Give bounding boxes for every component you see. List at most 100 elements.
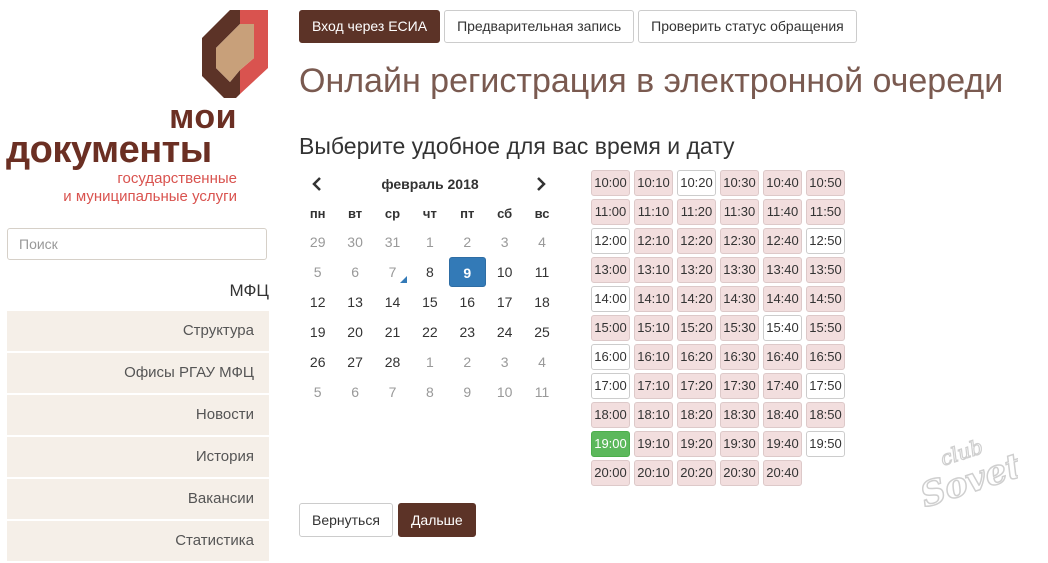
time-slot-busy[interactable]: 10:10 xyxy=(634,170,673,196)
calendar-day[interactable]: 7 xyxy=(374,377,411,407)
time-slot-busy[interactable]: 17:40 xyxy=(763,373,802,399)
time-slot-free[interactable]: 17:00 xyxy=(591,373,630,399)
time-slot-busy[interactable]: 19:10 xyxy=(634,431,673,457)
time-slot-busy[interactable]: 11:30 xyxy=(720,199,759,225)
time-slot-busy[interactable]: 15:00 xyxy=(591,315,630,341)
calendar-day-selected[interactable]: 9 xyxy=(448,257,486,287)
calendar-day[interactable]: 13 xyxy=(336,287,373,317)
time-slot-busy[interactable]: 16:30 xyxy=(720,344,759,370)
time-slot-busy[interactable]: 11:40 xyxy=(763,199,802,225)
time-slot-busy[interactable]: 14:10 xyxy=(634,286,673,312)
time-slot-busy[interactable]: 10:00 xyxy=(591,170,630,196)
time-slot-busy[interactable]: 16:20 xyxy=(677,344,716,370)
time-slot-busy[interactable]: 10:40 xyxy=(763,170,802,196)
time-slot-busy[interactable]: 18:00 xyxy=(591,402,630,428)
time-slot-free[interactable]: 12:50 xyxy=(806,228,845,254)
calendar-day[interactable]: 26 xyxy=(299,347,336,377)
time-slot-busy[interactable]: 18:20 xyxy=(677,402,716,428)
time-slot-free[interactable]: 16:00 xyxy=(591,344,630,370)
time-slot-busy[interactable]: 11:00 xyxy=(591,199,630,225)
time-slot-busy[interactable]: 17:10 xyxy=(634,373,673,399)
time-slot-busy[interactable]: 15:10 xyxy=(634,315,673,341)
time-slot-busy[interactable]: 15:30 xyxy=(720,315,759,341)
calendar-day[interactable]: 29 xyxy=(299,227,336,257)
calendar-day[interactable]: 18 xyxy=(523,287,560,317)
time-slot-busy[interactable]: 12:20 xyxy=(677,228,716,254)
time-slot-busy[interactable]: 16:50 xyxy=(806,344,845,370)
time-slot-busy[interactable]: 14:40 xyxy=(763,286,802,312)
calendar-day[interactable]: 3 xyxy=(486,347,523,377)
calendar-day[interactable]: 5 xyxy=(299,257,336,287)
calendar-day[interactable]: 17 xyxy=(486,287,523,317)
calendar-day[interactable]: 14 xyxy=(374,287,411,317)
time-slot-busy[interactable]: 12:10 xyxy=(634,228,673,254)
time-slot-busy[interactable]: 20:00 xyxy=(591,460,630,486)
next-month-button[interactable] xyxy=(531,174,551,194)
calendar-day[interactable]: 2 xyxy=(449,347,486,377)
sidebar-item-statistics[interactable]: Статистика xyxy=(7,521,269,561)
calendar-day[interactable]: 10 xyxy=(486,377,523,407)
calendar-day[interactable]: 24 xyxy=(486,317,523,347)
calendar-day[interactable]: 1 xyxy=(411,347,448,377)
calendar-day[interactable]: 19 xyxy=(299,317,336,347)
time-slot-busy[interactable]: 18:10 xyxy=(634,402,673,428)
brand-logo[interactable]: мои документы государственные и муниципа… xyxy=(0,0,275,215)
back-button[interactable]: Вернуться xyxy=(299,503,393,537)
time-slot-busy[interactable]: 18:50 xyxy=(806,402,845,428)
calendar-day[interactable]: 7 xyxy=(374,257,411,287)
calendar-day[interactable]: 4 xyxy=(523,227,560,257)
sidebar-item-offices[interactable]: Офисы РГАУ МФЦ xyxy=(7,353,269,393)
time-slot-busy[interactable]: 18:30 xyxy=(720,402,759,428)
time-slot-busy[interactable]: 18:40 xyxy=(763,402,802,428)
time-slot-busy[interactable]: 10:30 xyxy=(720,170,759,196)
calendar-month-label[interactable]: февраль 2018 xyxy=(299,176,561,192)
search-input[interactable] xyxy=(7,228,267,260)
calendar-day[interactable]: 4 xyxy=(523,347,560,377)
calendar-day[interactable]: 11 xyxy=(523,377,560,407)
calendar-day[interactable]: 9 xyxy=(449,377,486,407)
time-slot-busy[interactable]: 20:40 xyxy=(763,460,802,486)
time-slot-busy[interactable]: 17:20 xyxy=(677,373,716,399)
time-slot-busy[interactable]: 12:40 xyxy=(763,228,802,254)
calendar-day[interactable]: 2 xyxy=(449,227,486,257)
calendar-day[interactable]: 30 xyxy=(336,227,373,257)
time-slot-free[interactable]: 10:20 xyxy=(677,170,716,196)
time-slot-busy[interactable]: 20:20 xyxy=(677,460,716,486)
calendar-day[interactable]: 31 xyxy=(374,227,411,257)
calendar-day[interactable]: 23 xyxy=(449,317,486,347)
time-slot-busy[interactable]: 13:40 xyxy=(763,257,802,283)
sidebar-item-structure[interactable]: Структура xyxy=(7,311,269,351)
sidebar-item-history[interactable]: История xyxy=(7,437,269,477)
time-slot-busy[interactable]: 14:50 xyxy=(806,286,845,312)
sidebar-item-vacancies[interactable]: Вакансии xyxy=(7,479,269,519)
time-slot-busy[interactable]: 20:10 xyxy=(634,460,673,486)
calendar-day[interactable]: 5 xyxy=(299,377,336,407)
calendar-day[interactable]: 6 xyxy=(336,377,373,407)
time-slot-busy[interactable]: 11:20 xyxy=(677,199,716,225)
esia-login-button[interactable]: Вход через ЕСИА xyxy=(299,10,441,43)
calendar-day[interactable]: 16 xyxy=(449,287,486,317)
time-slot-busy[interactable]: 19:20 xyxy=(677,431,716,457)
time-slot-busy[interactable]: 13:00 xyxy=(591,257,630,283)
time-slot-busy[interactable]: 13:50 xyxy=(806,257,845,283)
time-slot-free[interactable]: 14:00 xyxy=(591,286,630,312)
time-slot-busy[interactable]: 20:30 xyxy=(720,460,759,486)
time-slot-busy[interactable]: 17:30 xyxy=(720,373,759,399)
calendar-day[interactable]: 20 xyxy=(336,317,373,347)
time-slot-busy[interactable]: 11:10 xyxy=(634,199,673,225)
calendar-day[interactable]: 3 xyxy=(486,227,523,257)
calendar-day[interactable]: 15 xyxy=(411,287,448,317)
calendar-day[interactable]: 10 xyxy=(486,257,523,287)
time-slot-selected[interactable]: 19:00 xyxy=(591,431,630,457)
calendar-day[interactable]: 11 xyxy=(523,257,560,287)
time-slot-busy[interactable]: 19:30 xyxy=(720,431,759,457)
calendar-day[interactable]: 8 xyxy=(411,377,448,407)
calendar-day[interactable]: 22 xyxy=(411,317,448,347)
time-slot-busy[interactable]: 14:30 xyxy=(720,286,759,312)
time-slot-busy[interactable]: 15:50 xyxy=(806,315,845,341)
next-button[interactable]: Дальше xyxy=(397,503,476,537)
time-slot-busy[interactable]: 14:20 xyxy=(677,286,716,312)
prebook-button[interactable]: Предварительная запись xyxy=(444,10,635,43)
calendar-day[interactable]: 1 xyxy=(411,227,448,257)
time-slot-free[interactable]: 15:40 xyxy=(763,315,802,341)
